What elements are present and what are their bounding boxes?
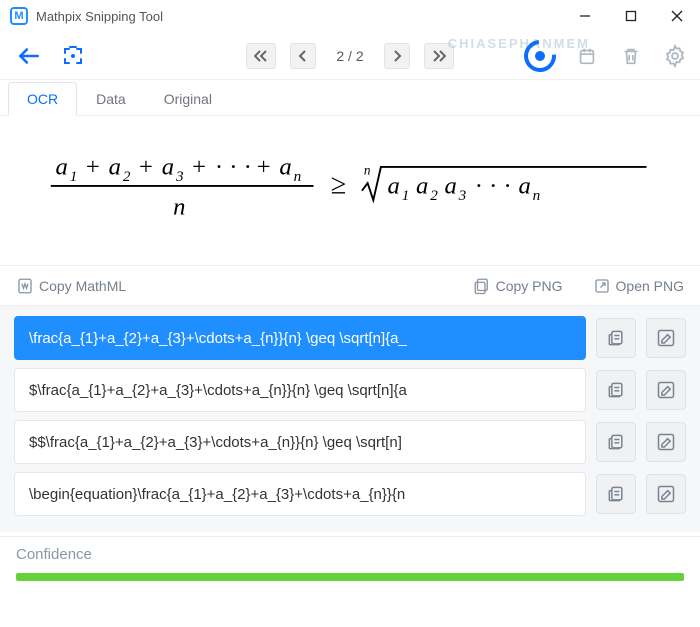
- toolbar: 2 / 2 CHIASEPHANMEM: [0, 32, 700, 80]
- title-bar: M Mathpix Snipping Tool: [0, 0, 700, 32]
- tab-label: Data: [96, 91, 126, 107]
- tab-ocr[interactable]: OCR: [8, 82, 77, 116]
- result-row[interactable]: \begin{equation}\frac{a_{1}+a_{2}+a_{3}+…: [14, 472, 686, 516]
- confidence-section: Confidence: [0, 546, 700, 595]
- result-code[interactable]: $$\frac{a_{1}+a_{2}+a_{3}+\cdots+a_{n}}{…: [14, 420, 586, 464]
- settings-button[interactable]: [662, 43, 688, 69]
- svg-text:n: n: [294, 168, 302, 185]
- back-button[interactable]: [12, 39, 46, 73]
- svg-text:n: n: [364, 162, 371, 177]
- last-page-button[interactable]: [424, 43, 454, 69]
- copy-result-button[interactable]: [596, 318, 636, 358]
- window-buttons: [562, 0, 700, 32]
- svg-text:a: a: [162, 153, 174, 180]
- next-page-button[interactable]: [384, 43, 410, 69]
- result-code[interactable]: \begin{equation}\frac{a_{1}+a_{2}+a_{3}+…: [14, 472, 586, 516]
- close-button[interactable]: [654, 0, 700, 32]
- copy-result-button[interactable]: [596, 474, 636, 514]
- svg-text:+: +: [257, 153, 271, 180]
- page-counter: 2 / 2: [330, 48, 370, 64]
- svg-text:+: +: [86, 153, 100, 180]
- svg-text:+: +: [193, 153, 207, 180]
- copy-result-button[interactable]: [596, 370, 636, 410]
- open-png-label: Open PNG: [616, 278, 684, 294]
- toolbar-right: [524, 40, 688, 72]
- svg-text:1: 1: [70, 168, 78, 185]
- formula-rendering: a1 + a2 + a3 + · · · + an n ≥ n a1 a2 a3…: [46, 148, 653, 233]
- copy-bar: Copy MathML Copy PNG Open PNG: [0, 266, 700, 306]
- history-button[interactable]: [574, 43, 600, 69]
- confidence-fill: [16, 573, 684, 581]
- svg-text:+: +: [139, 153, 153, 180]
- svg-text:a: a: [388, 172, 400, 199]
- delete-button[interactable]: [618, 43, 644, 69]
- svg-text:3: 3: [458, 187, 467, 204]
- copy-mathml-button[interactable]: Copy MathML: [16, 277, 126, 295]
- result-code[interactable]: $\frac{a_{1}+a_{2}+a_{3}+\cdots+a_{n}}{n…: [14, 368, 586, 412]
- svg-text:3: 3: [175, 168, 184, 185]
- divider: [0, 536, 700, 546]
- svg-text:· · ·: · · ·: [215, 153, 252, 180]
- confidence-label: Confidence: [16, 546, 684, 563]
- svg-text:a: a: [280, 153, 292, 180]
- svg-text:n: n: [533, 187, 541, 204]
- prev-page-button[interactable]: [290, 43, 316, 69]
- tab-data[interactable]: Data: [77, 82, 145, 116]
- copy-png-label: Copy PNG: [496, 278, 563, 294]
- result-row[interactable]: $\frac{a_{1}+a_{2}+a_{3}+\cdots+a_{n}}{n…: [14, 368, 686, 412]
- svg-text:a: a: [445, 172, 457, 199]
- svg-text:a: a: [56, 153, 68, 180]
- svg-text:a: a: [109, 153, 121, 180]
- result-code[interactable]: \frac{a_{1}+a_{2}+a_{3}+\cdots+a_{n}}{n}…: [14, 316, 586, 360]
- window-title: Mathpix Snipping Tool: [36, 9, 562, 24]
- result-row[interactable]: \frac{a_{1}+a_{2}+a_{3}+\cdots+a_{n}}{n}…: [14, 316, 686, 360]
- svg-text:n: n: [174, 193, 186, 220]
- confidence-bar: [16, 573, 684, 581]
- tab-label: Original: [164, 91, 212, 107]
- first-page-button[interactable]: [246, 43, 276, 69]
- svg-text:2: 2: [123, 168, 131, 185]
- edit-result-button[interactable]: [646, 474, 686, 514]
- copy-mathml-label: Copy MathML: [39, 278, 126, 294]
- maximize-button[interactable]: [608, 0, 654, 32]
- edit-result-button[interactable]: [646, 318, 686, 358]
- tab-bar: OCR Data Original: [0, 80, 700, 116]
- copy-result-button[interactable]: [596, 422, 636, 462]
- copy-png-button[interactable]: Copy PNG: [473, 277, 563, 295]
- logo-icon: [524, 40, 556, 72]
- svg-text:≥: ≥: [331, 169, 347, 200]
- svg-text:a: a: [416, 172, 428, 199]
- tab-original[interactable]: Original: [145, 82, 231, 116]
- pager: 2 / 2: [246, 43, 454, 69]
- svg-text:· · ·: · · ·: [475, 172, 512, 199]
- app-icon: M: [10, 7, 28, 25]
- minimize-button[interactable]: [562, 0, 608, 32]
- svg-text:1: 1: [402, 187, 410, 204]
- result-row[interactable]: $$\frac{a_{1}+a_{2}+a_{3}+\cdots+a_{n}}{…: [14, 420, 686, 464]
- edit-result-button[interactable]: [646, 422, 686, 462]
- edit-result-button[interactable]: [646, 370, 686, 410]
- open-png-button[interactable]: Open PNG: [593, 277, 684, 295]
- results-list: \frac{a_{1}+a_{2}+a_{3}+\cdots+a_{n}}{n}…: [0, 306, 700, 532]
- svg-text:a: a: [519, 172, 531, 199]
- tab-label: OCR: [27, 91, 58, 107]
- formula-preview: a1 + a2 + a3 + · · · + an n ≥ n a1 a2 a3…: [0, 116, 700, 266]
- svg-text:2: 2: [431, 187, 439, 204]
- snip-button[interactable]: [56, 39, 90, 73]
